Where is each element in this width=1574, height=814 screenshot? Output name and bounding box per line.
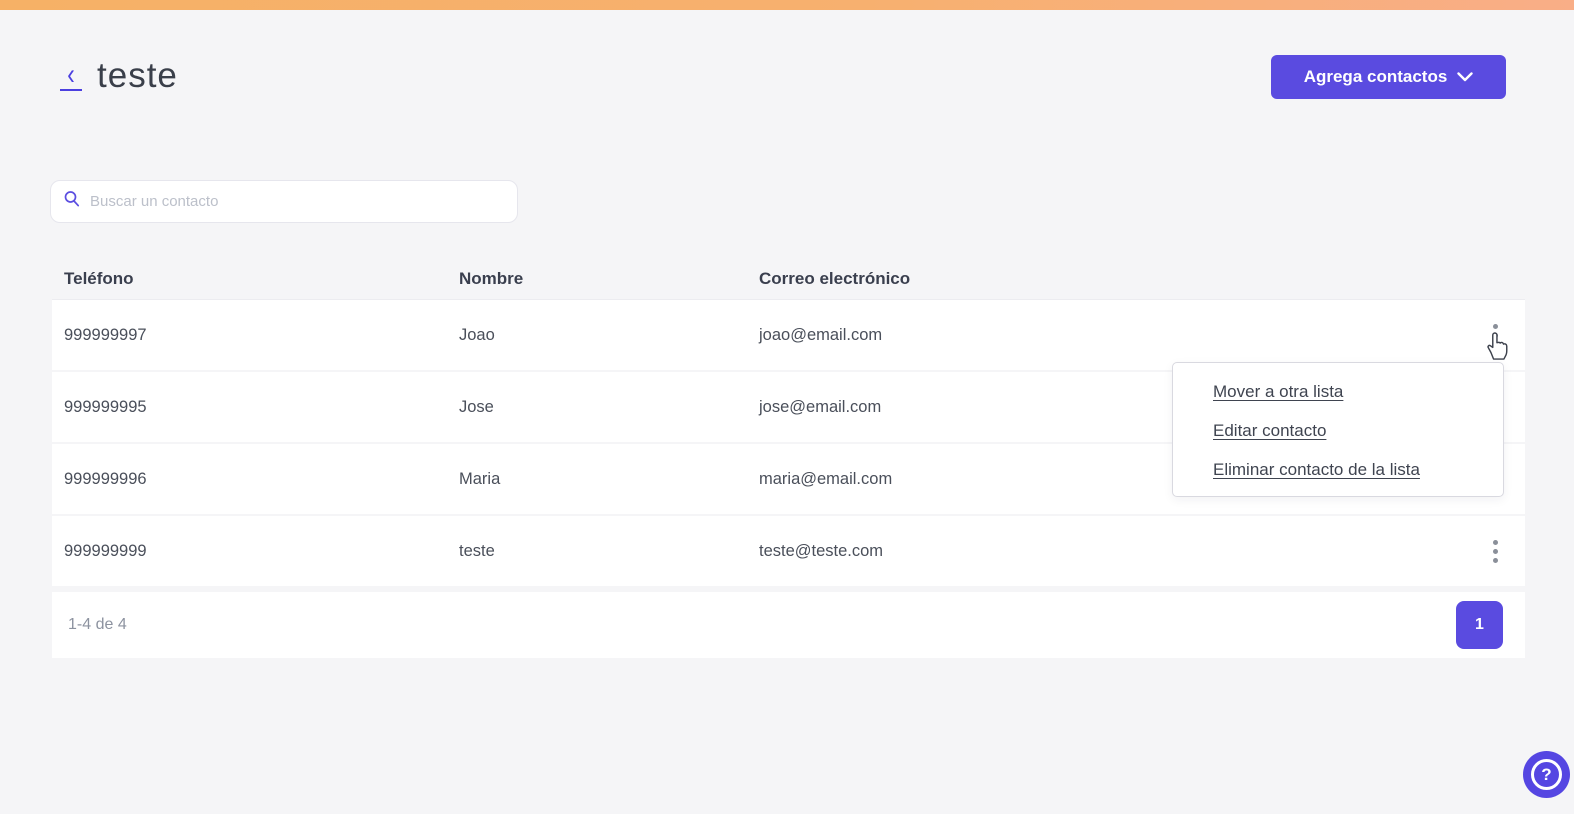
table-row: 999999997 Joao joao@email.com [52, 300, 1525, 370]
kebab-menu-icon[interactable] [1482, 318, 1508, 352]
help-button[interactable]: ? [1523, 751, 1570, 798]
contacts-list-page: ‹ teste Agrega contactos Teléfono Nombre… [0, 0, 1574, 814]
kebab-menu-icon[interactable] [1482, 534, 1508, 568]
column-header-email: Correo electrónico [759, 268, 911, 288]
contact-name: Jose [459, 397, 494, 416]
contact-phone: 999999996 [64, 469, 147, 488]
menu-item-edit-contact[interactable]: Editar contacto [1213, 411, 1503, 450]
top-accent-bar [0, 0, 1574, 10]
table-row: 999999999 teste teste@teste.com [52, 516, 1525, 586]
menu-item-remove-contact[interactable]: Eliminar contacto de la lista [1213, 450, 1503, 489]
contact-name: Joao [459, 325, 495, 344]
contact-name: teste [459, 541, 495, 560]
contact-phone: 999999999 [64, 541, 147, 560]
contact-phone: 999999995 [64, 397, 147, 416]
contact-email: teste@teste.com [759, 541, 884, 560]
search-box [50, 180, 518, 223]
page-number-button[interactable]: 1 [1456, 601, 1503, 649]
question-mark-icon: ? [1531, 759, 1562, 790]
back-button[interactable]: ‹ [56, 58, 86, 96]
add-contacts-label: Agrega contactos [1303, 67, 1448, 86]
chevron-down-icon [1457, 72, 1473, 82]
table-header-row: Teléfono Nombre Correo electrónico [52, 258, 1525, 300]
pagination-bar: 1-4 de 4 1 [52, 592, 1525, 658]
back-chevron-icon: ‹ [67, 58, 75, 91]
page-title: teste [97, 56, 178, 95]
row-context-menu: Mover a otra lista Editar contacto Elimi… [1172, 362, 1504, 497]
search-input[interactable] [90, 193, 505, 210]
pagination-range-label: 1-4 de 4 [68, 616, 127, 633]
menu-item-move-to-list[interactable]: Mover a otra lista [1213, 372, 1503, 411]
contact-name: Maria [459, 469, 501, 488]
column-header-phone: Teléfono [64, 268, 134, 288]
add-contacts-button[interactable]: Agrega contactos [1271, 55, 1506, 99]
contact-phone: 999999997 [64, 325, 147, 344]
contact-email: joao@email.com [759, 325, 883, 344]
column-header-name: Nombre [459, 268, 524, 288]
search-icon [63, 190, 81, 213]
